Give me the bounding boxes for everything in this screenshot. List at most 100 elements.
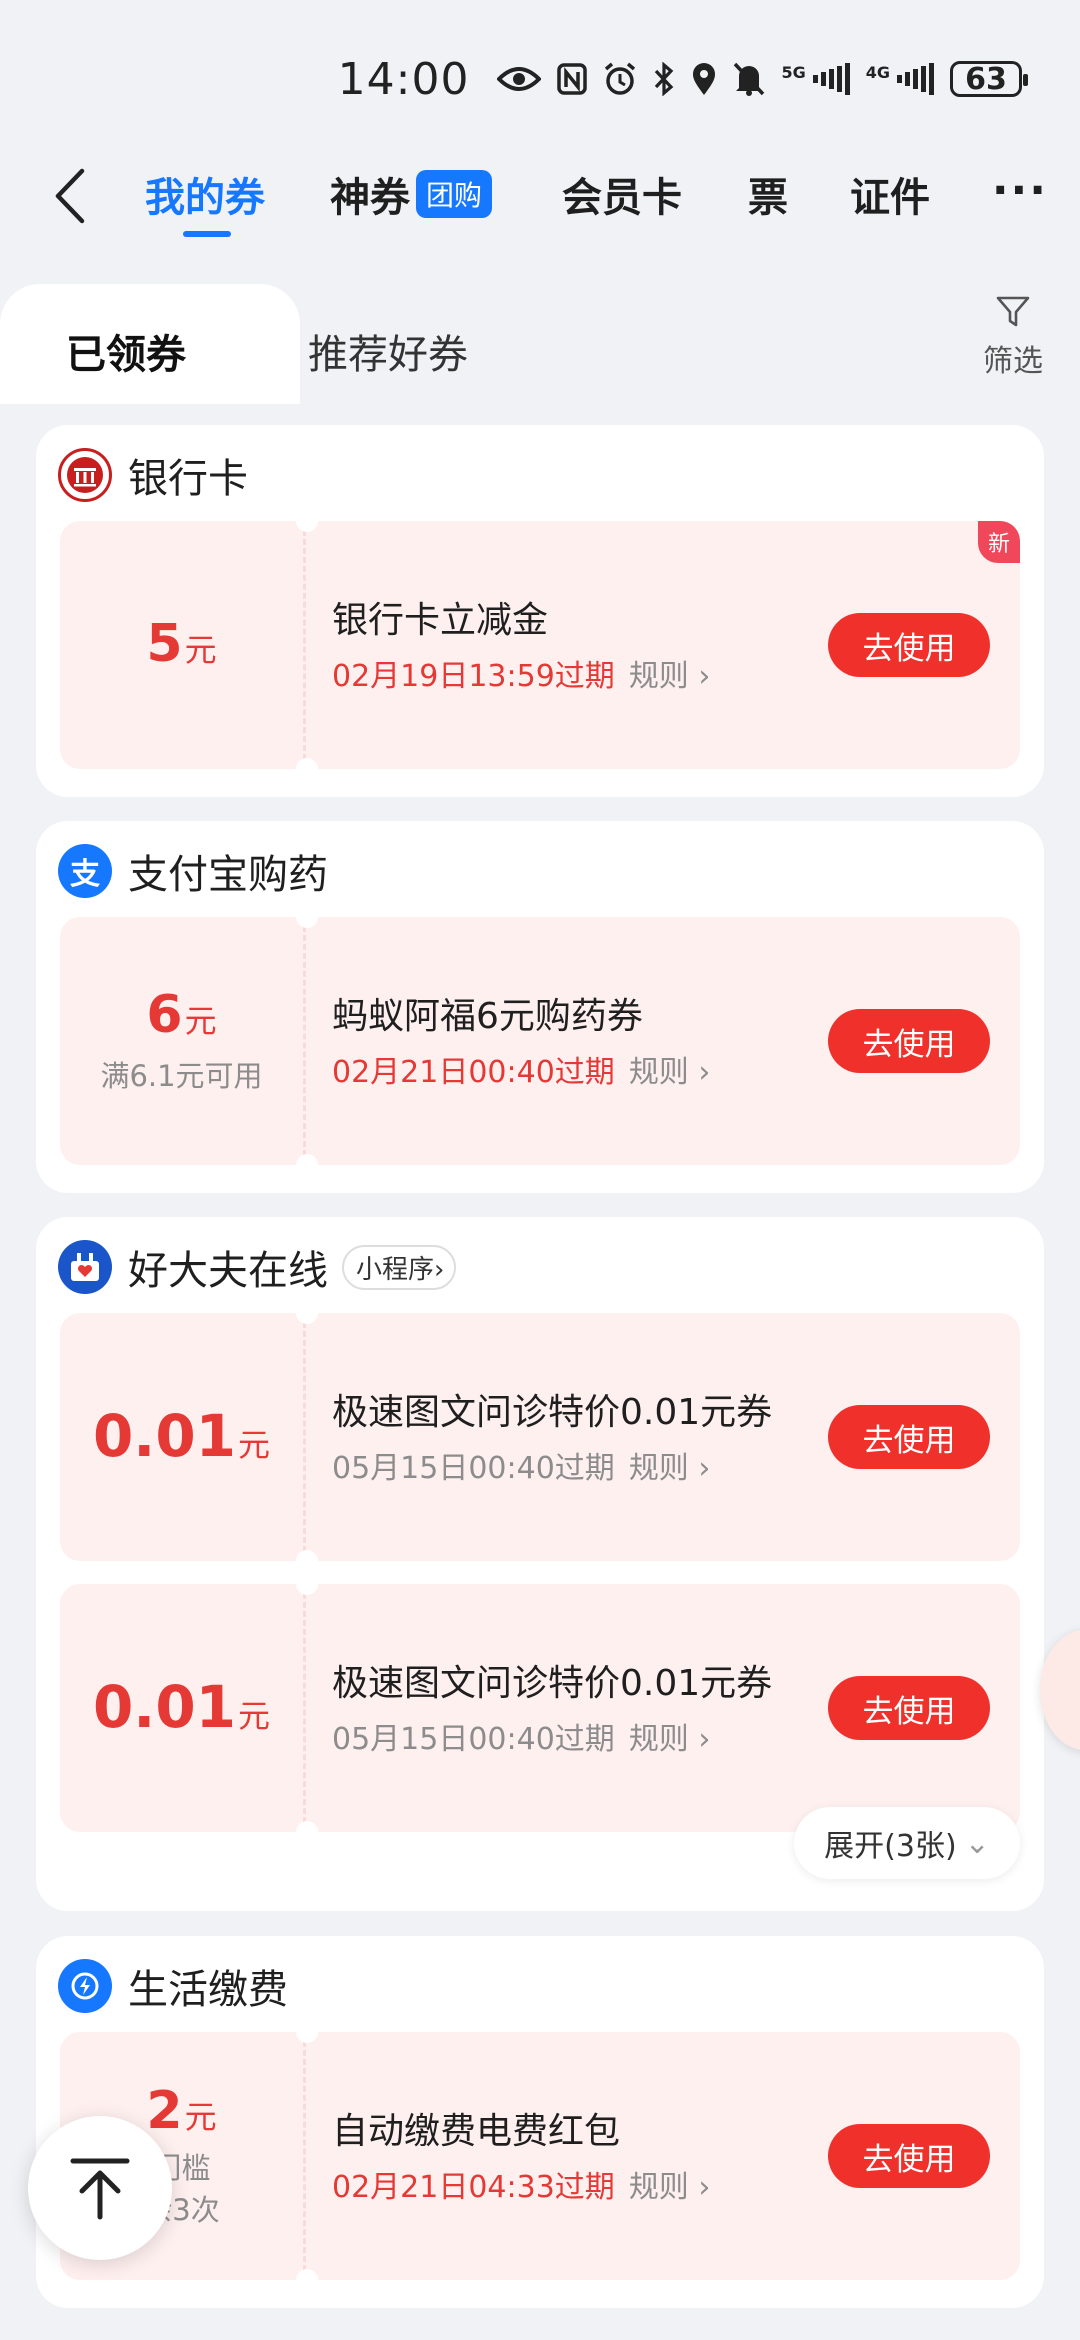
coupon-amount-number: 0.01 <box>92 1402 237 1471</box>
coupon-amount-unit: 元 <box>184 631 217 670</box>
section-utility-payment: 生活缴费 2元 门槛 余3次 自动缴费电费红包 02月21日04:33过期 规则… <box>36 1936 1044 2308</box>
mini-program-tag[interactable]: 小程序› <box>342 1244 457 1290</box>
mute-icon <box>733 62 765 96</box>
coupon-amount-number: 6 <box>146 985 183 1046</box>
coupon-notch <box>296 510 318 532</box>
chevron-right-icon: › <box>698 1055 711 1090</box>
coupon-meta: 02月21日04:33过期 规则 › <box>332 2162 710 2206</box>
eye-icon <box>497 64 542 94</box>
subtab-claimed[interactable]: 已领券 <box>66 322 186 380</box>
coupon-value: 0.01元 <box>60 1584 306 1832</box>
coupon-name: 极速图文问诊特价0.01元券 <box>332 1392 773 1433</box>
rule-label: 规则 <box>628 1722 689 1757</box>
tab-certificates[interactable]: 证件 <box>850 165 930 223</box>
section-title: 支付宝购药 <box>128 852 328 898</box>
use-coupon-button[interactable]: 去使用 <box>828 1676 990 1740</box>
back-to-top-button[interactable] <box>28 2116 172 2260</box>
coupon-notch <box>296 2021 318 2043</box>
coupon-amount-unit: 元 <box>238 1426 271 1465</box>
coupon-card: 0.01元 极速图文问诊特价0.01元券 05月15日00:40过期 规则 › … <box>60 1573 1020 1843</box>
coupon-amount: 2元 <box>146 2083 216 2140</box>
alarm-icon <box>603 62 637 96</box>
back-button[interactable] <box>50 167 100 227</box>
tab-super-coupons[interactable]: 神券 团购 <box>330 165 493 223</box>
section-header: 生活缴费 <box>58 1958 288 2014</box>
use-coupon-button[interactable]: 去使用 <box>828 1405 990 1469</box>
rule-label: 规则 <box>628 1055 689 1090</box>
coupon-amount-unit: 元 <box>184 2098 217 2137</box>
section-header: 支 支付宝购药 <box>58 843 328 899</box>
section-header: 银行卡 <box>58 447 248 503</box>
location-icon <box>691 62 717 96</box>
filter-label: 筛选 <box>983 344 1043 379</box>
coupon-name: 极速图文问诊特价0.01元券 <box>332 1663 773 1704</box>
coupon-expire: 02月21日04:33过期 <box>332 2170 615 2205</box>
subtab-recommended[interactable]: 推荐好券 <box>308 322 468 380</box>
coupon-name: 自动缴费电费红包 <box>332 2111 621 2152</box>
nfc-icon <box>557 63 588 95</box>
alipay-icon: 支 <box>58 844 112 898</box>
new-badge: 新 <box>978 521 1020 563</box>
section-bank-card: 银行卡 5元 银行卡立减金 02月19日13:59过期 规则 › 去使用 新 <box>36 425 1044 797</box>
subtab-header: 已领券 推荐好券 筛选 <box>0 280 1080 410</box>
coupon-amount-unit: 元 <box>184 1002 217 1041</box>
use-coupon-button[interactable]: 去使用 <box>828 2124 990 2188</box>
filter-button[interactable]: 筛选 <box>978 294 1048 380</box>
chevron-right-icon: › <box>698 1722 711 1757</box>
coupon-card: 2元 门槛 余3次 自动缴费电费红包 02月21日04:33过期 规则 › 去使… <box>60 2021 1020 2291</box>
rule-label: 规则 <box>628 659 689 694</box>
coupon-notch <box>296 1821 318 1843</box>
coupon-card: 5元 银行卡立减金 02月19日13:59过期 规则 › 去使用 新 <box>60 510 1020 780</box>
use-coupon-button[interactable]: 去使用 <box>828 613 990 677</box>
filter-icon <box>996 296 1030 327</box>
more-button[interactable]: ··· <box>992 165 1048 216</box>
coupon-page: 14:00 5G 4G 63 我的券 神券 团购 会员卡 票 证件 ··· 已领… <box>0 0 1080 2340</box>
signal-5g-icon: 5G <box>781 63 850 95</box>
rule-label: 规则 <box>628 2170 689 2205</box>
coupon-notch <box>296 1302 318 1324</box>
bluetooth-icon <box>653 62 675 96</box>
section-haodf: 好大夫在线 小程序› 0.01元 极速图文问诊特价0.01元券 05月15日00… <box>36 1217 1044 1911</box>
coupon-name: 蚂蚁阿福6元购药券 <box>332 996 643 1037</box>
back-to-top-icon <box>70 2158 130 2220</box>
expand-label: 展开(3张) <box>824 1829 957 1864</box>
chevron-down-icon: ⌄ <box>964 1825 990 1861</box>
chevron-right-icon: › <box>698 2170 711 2205</box>
chevron-right-icon: › <box>434 1254 445 1285</box>
coupon-notch <box>296 906 318 928</box>
coupon-rule-link[interactable]: 规则 › <box>629 1714 711 1758</box>
coupon-amount: 0.01元 <box>93 1675 271 1740</box>
coupon-notch <box>296 1154 318 1176</box>
coupon-expire: 05月15日00:40过期 <box>332 1722 615 1757</box>
haodf-icon <box>58 1240 112 1294</box>
status-bar: 14:00 5G 4G 63 <box>0 0 1080 150</box>
coupon-rule-link[interactable]: 规则 › <box>629 1047 711 1091</box>
coupon-amount-unit: 元 <box>238 1697 271 1736</box>
coupon-notch <box>296 2269 318 2291</box>
tab-super-coupons-label: 神券 <box>330 175 410 221</box>
use-coupon-button[interactable]: 去使用 <box>828 1009 990 1073</box>
coupon-expire: 02月19日13:59过期 <box>332 659 615 694</box>
tab-tickets[interactable]: 票 <box>748 165 788 223</box>
expand-button[interactable]: 展开(3张) ⌄ <box>794 1807 1020 1879</box>
coupon-value: 5元 <box>60 521 306 769</box>
coupon-notch <box>296 1550 318 1572</box>
coupon-meta: 02月21日00:40过期 规则 › <box>332 1047 710 1091</box>
bolt-icon <box>58 1959 112 2013</box>
coupon-rule-link[interactable]: 规则 › <box>629 1443 711 1487</box>
section-title: 银行卡 <box>128 456 248 502</box>
back-arrow-icon <box>55 168 85 224</box>
side-floating-widget[interactable] <box>1040 1630 1080 1750</box>
coupon-meta: 05月15日00:40过期 规则 › <box>332 1443 710 1487</box>
coupon-condition: 满6.1元可用 <box>100 1058 263 1093</box>
coupon-rule-link[interactable]: 规则 › <box>629 2162 711 2206</box>
status-icons: 5G 4G 63 <box>497 61 1028 97</box>
coupon-rule-link[interactable]: 规则 › <box>629 651 711 695</box>
coupon-value: 0.01元 <box>60 1313 306 1561</box>
coupon-amount-number: 2 <box>146 2081 183 2142</box>
section-header: 好大夫在线 小程序› <box>58 1239 457 1295</box>
tab-member-card[interactable]: 会员卡 <box>562 165 682 223</box>
coupon-meta: 05月15日00:40过期 规则 › <box>332 1714 710 1758</box>
tab-my-coupons[interactable]: 我的券 <box>145 165 265 237</box>
coupon-expire: 05月15日00:40过期 <box>332 1451 615 1486</box>
